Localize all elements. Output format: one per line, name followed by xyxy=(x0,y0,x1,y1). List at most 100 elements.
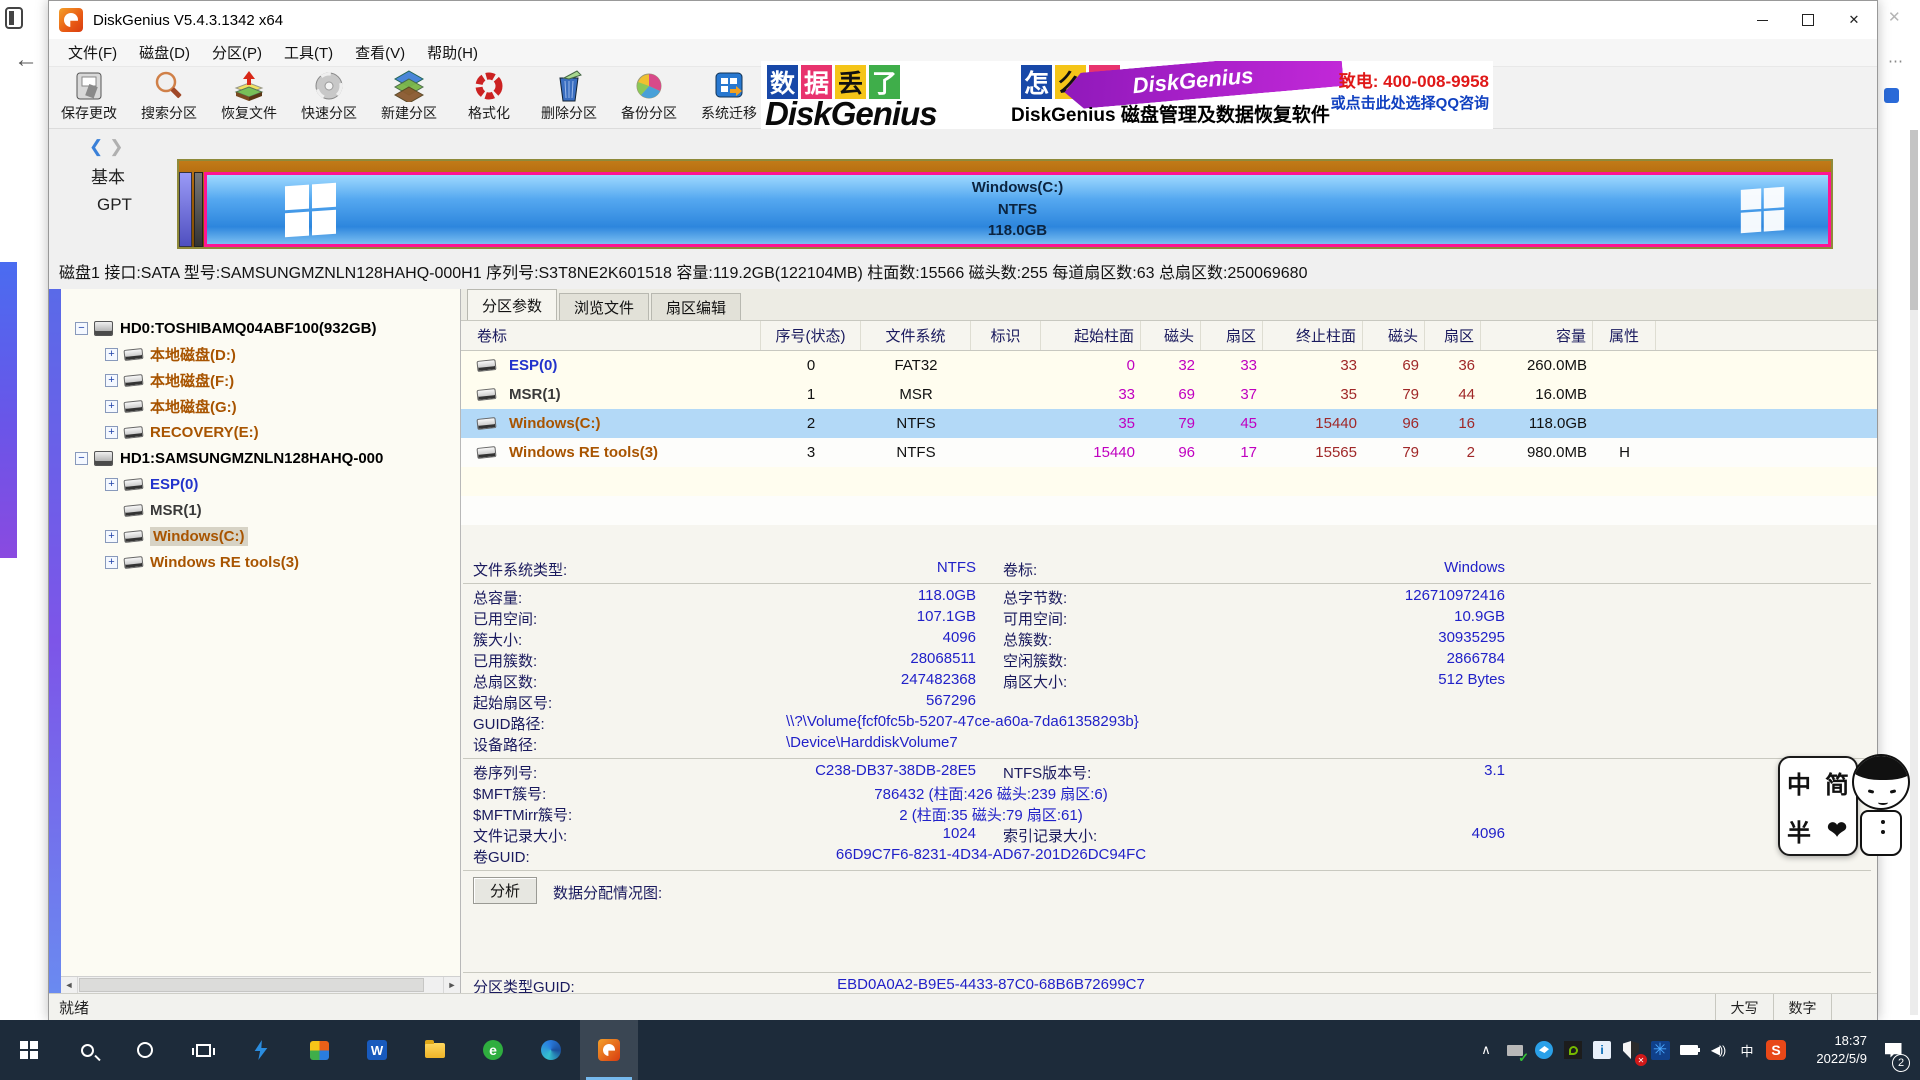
taskbar-app-diskgenius-active[interactable] xyxy=(580,1020,638,1080)
tree-item-esp[interactable]: + ESP(0) xyxy=(61,471,460,497)
expand-expander-icon[interactable]: + xyxy=(105,478,118,491)
tree-item-recovery-e[interactable]: + RECOVERY(E:) xyxy=(61,419,460,445)
tray-battery-icon[interactable] xyxy=(1679,1039,1699,1061)
tab-sector-edit[interactable]: 扇区编辑 xyxy=(651,293,741,320)
menu-tools[interactable]: 工具(T) xyxy=(273,39,344,66)
guid-path-value: \\?\Volume{fcf0fc5b-5207-47ce-a60a-7da61… xyxy=(786,713,1139,730)
selected-tree-item-label: Windows(C:) xyxy=(150,527,248,546)
tree-item-windows-re-tools[interactable]: + Windows RE tools(3) xyxy=(61,549,460,575)
sector-size-value: 512 Bytes xyxy=(1161,671,1505,688)
background-scrollbar[interactable] xyxy=(1910,130,1918,1015)
folder-icon xyxy=(425,1043,445,1058)
tray-ime-indicator[interactable]: 中 xyxy=(1737,1039,1757,1061)
task-view-button[interactable] xyxy=(174,1020,232,1080)
esp-partition-block[interactable] xyxy=(179,172,192,247)
menu-file[interactable]: 文件(F) xyxy=(57,39,128,66)
disk-nav-arrows[interactable]: ❮❯ xyxy=(89,137,124,157)
taskbar-app-store[interactable] xyxy=(290,1020,348,1080)
notification-center-button[interactable]: 2 xyxy=(1876,1020,1910,1080)
next-disk-arrow-icon[interactable]: ❯ xyxy=(109,137,123,156)
background-scrollbar-thumb[interactable] xyxy=(1910,130,1918,310)
menu-view[interactable]: 查看(V) xyxy=(344,39,416,66)
free-space-value: 10.9GB xyxy=(1161,608,1505,625)
statusbar: 就绪 大写 数字 xyxy=(49,993,1877,1021)
expand-expander-icon[interactable]: + xyxy=(105,426,118,439)
collapse-expander-icon[interactable]: − xyxy=(75,452,88,465)
green-browser-icon: e xyxy=(483,1040,503,1060)
tray-printer-icon[interactable]: ✓ xyxy=(1505,1039,1525,1061)
menu-partition[interactable]: 分区(P) xyxy=(201,39,273,66)
tree-item-msr[interactable]: + MSR(1) xyxy=(61,497,460,523)
format-button[interactable]: 格式化 xyxy=(449,67,529,129)
sogou-ime-widget[interactable]: 中 简 半 ❤ xyxy=(1778,752,1918,874)
windows-c-partition-block[interactable]: Windows(C:) NTFS 118.0GB xyxy=(204,172,1831,247)
taskbar-app-browser[interactable]: e xyxy=(464,1020,522,1080)
analyze-button[interactable]: 分析 xyxy=(473,877,537,904)
search-partition-button[interactable]: 搜索分区 xyxy=(129,67,209,129)
tray-nvidia-icon[interactable] xyxy=(1563,1039,1583,1061)
tray-security-shield-icon[interactable]: ✕ xyxy=(1621,1039,1641,1061)
table-row-windows-re-tools[interactable]: Windows RE tools(3) 3 NTFS 15440 96 17 1… xyxy=(461,438,1877,467)
taskbar-app-feishu[interactable] xyxy=(232,1020,290,1080)
collapse-expander-icon[interactable]: − xyxy=(75,322,88,335)
table-empty-row xyxy=(461,496,1877,525)
expand-expander-icon[interactable]: + xyxy=(105,530,118,543)
tray-sogou-icon[interactable]: S xyxy=(1766,1039,1786,1061)
tree-item-windows-c[interactable]: + Windows(C:) xyxy=(61,523,460,549)
scroll-right-arrow-icon[interactable]: ► xyxy=(443,977,460,993)
delete-partition-button[interactable]: 删除分区 xyxy=(529,67,609,129)
tab-partition-parameters[interactable]: 分区参数 xyxy=(467,289,557,320)
tray-speaker-icon[interactable]: ◀)) xyxy=(1708,1039,1728,1061)
tree-item-hd1[interactable]: − HD1:SAMSUNGMZNLN128HAHQ-000 xyxy=(61,445,460,471)
taskbar-app-word[interactable]: W xyxy=(348,1020,406,1080)
close-button[interactable]: ✕ xyxy=(1831,1,1877,39)
search-icon xyxy=(152,70,186,102)
maximize-button[interactable] xyxy=(1785,1,1831,39)
tree-horizontal-scrollbar[interactable]: ◄ ► xyxy=(61,976,460,993)
tree-item-local-disk-d[interactable]: + 本地磁盘(D:) xyxy=(61,341,460,367)
ad-qq-link[interactable]: 或点击此处选择QQ咨询 xyxy=(1331,92,1489,113)
expand-expander-icon[interactable]: + xyxy=(105,400,118,413)
tray-intel-graphics-icon[interactable]: i xyxy=(1592,1039,1612,1061)
new-partition-button[interactable]: 新建分区 xyxy=(369,67,449,129)
table-row-msr[interactable]: MSR(1) 1 MSR 33 69 37 35 79 44 16.0MB xyxy=(461,380,1877,409)
expand-expander-icon[interactable]: + xyxy=(105,556,118,569)
menu-disk[interactable]: 磁盘(D) xyxy=(128,39,201,66)
taskbar-app-explorer[interactable] xyxy=(406,1020,464,1080)
status-caps: 大写 xyxy=(1715,994,1773,1021)
index-record-size-value: 4096 xyxy=(1161,825,1505,842)
disc-icon xyxy=(312,70,346,102)
tree-item-hd0[interactable]: − HD0:TOSHIBAMQ04ABF100(932GB) xyxy=(61,315,460,341)
ad-banner[interactable]: DiskGenius 数 据 丢 了 怎 么 ! DiskGenius 致电: … xyxy=(761,61,1493,129)
taskbar-clock[interactable]: 18:37 2022/5/9 xyxy=(1795,1032,1867,1067)
recover-files-button[interactable]: 恢复文件 xyxy=(209,67,289,129)
quick-partition-button[interactable]: 快速分区 xyxy=(289,67,369,129)
cortana-button[interactable] xyxy=(116,1020,174,1080)
save-changes-button[interactable]: 保存更改 xyxy=(49,67,129,129)
tray-messenger-icon[interactable] xyxy=(1534,1039,1554,1061)
tray-snowflake-icon[interactable]: ✳ xyxy=(1650,1039,1670,1061)
scroll-left-arrow-icon[interactable]: ◄ xyxy=(61,977,78,993)
backup-partition-button[interactable]: 备份分区 xyxy=(609,67,689,129)
menu-help[interactable]: 帮助(H) xyxy=(416,39,489,66)
notification-badge: 2 xyxy=(1892,1054,1910,1072)
taskbar-app-edge[interactable] xyxy=(522,1020,580,1080)
tray-chevron-up-icon[interactable]: ∧ xyxy=(1476,1039,1496,1061)
msr-partition-block[interactable] xyxy=(194,172,203,247)
prev-disk-arrow-icon[interactable]: ❮ xyxy=(89,137,103,156)
expand-expander-icon[interactable]: + xyxy=(105,348,118,361)
taskbar-search-button[interactable] xyxy=(58,1020,116,1080)
tab-browse-files[interactable]: 浏览文件 xyxy=(559,293,649,320)
start-button[interactable] xyxy=(0,1020,58,1080)
scrollbar-thumb[interactable] xyxy=(79,978,424,992)
volume-serial-value: C238-DB37-38DB-28E5 xyxy=(661,762,976,779)
ad-contact[interactable]: 致电: 400-008-9958 或点击此处选择QQ咨询 xyxy=(1331,67,1489,113)
table-row-windows-c-selected[interactable]: Windows(C:) 2 NTFS 35 79 45 15440 96 16 … xyxy=(461,409,1877,438)
free-clusters-value: 2866784 xyxy=(1161,650,1505,667)
minimize-button[interactable] xyxy=(1739,1,1785,39)
tree-item-local-disk-f[interactable]: + 本地磁盘(F:) xyxy=(61,367,460,393)
table-row-esp[interactable]: ESP(0) 0 FAT32 0 32 33 33 69 36 260.0MB xyxy=(461,351,1877,380)
system-migration-button[interactable]: 系统迁移 xyxy=(689,67,769,129)
tree-item-local-disk-g[interactable]: + 本地磁盘(G:) xyxy=(61,393,460,419)
expand-expander-icon[interactable]: + xyxy=(105,374,118,387)
